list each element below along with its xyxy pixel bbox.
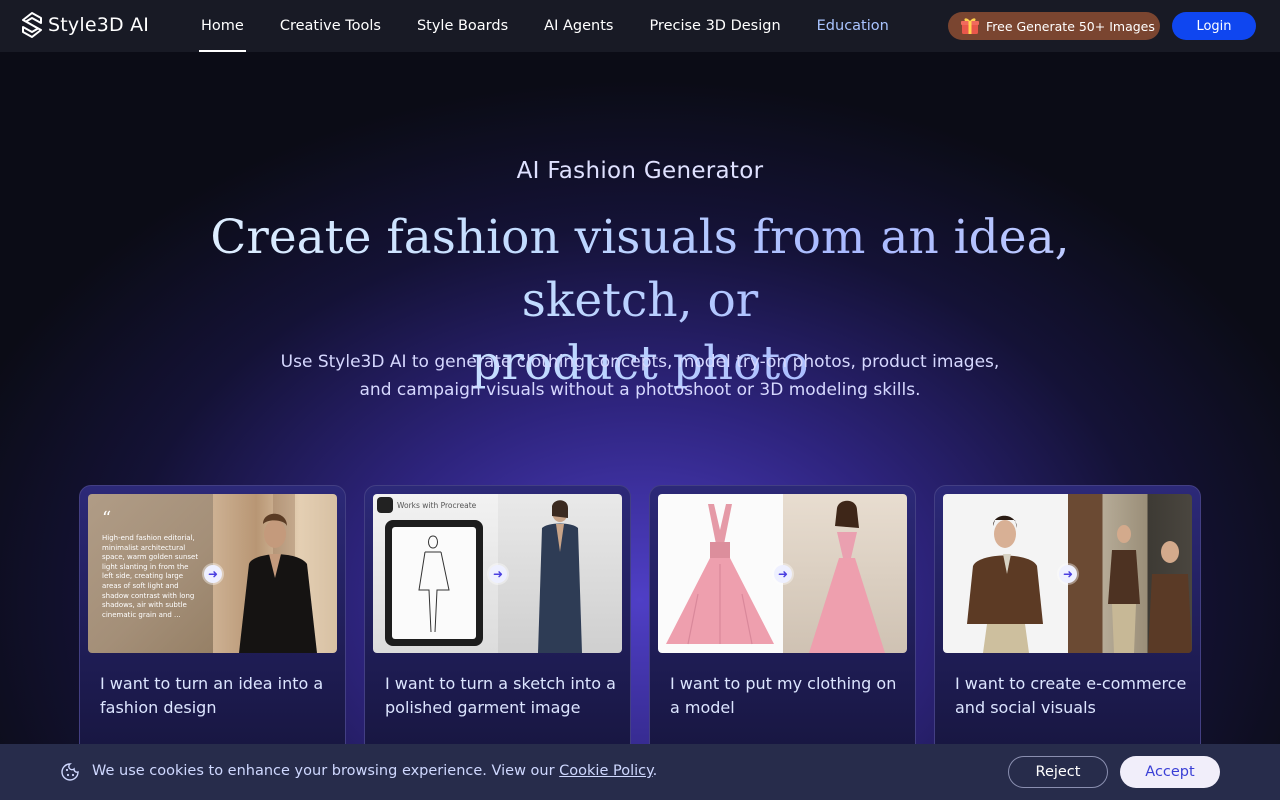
card-title: I want to create e-commerce and social v… <box>955 674 1187 717</box>
social-collage-photo <box>1067 494 1192 653</box>
cookie-message: We use cookies to enhance your browsing … <box>92 763 657 779</box>
procreate-icon <box>377 497 393 513</box>
hero-eyebrow: AI Fashion Generator <box>516 158 764 184</box>
jacket-model <box>967 515 1043 653</box>
prompt-panel: “ High-end fashion editorial, minimalist… <box>88 494 213 653</box>
card-image-model: ➜ <box>658 494 907 653</box>
cookie-message-text: We use cookies to enhance your browsing … <box>92 763 560 779</box>
model-dress-photo <box>782 494 907 653</box>
card-image-sketch: Works with Procreate ➜ <box>373 494 622 653</box>
denim-model <box>537 500 582 653</box>
quote-icon: “ <box>102 508 112 529</box>
arrow-right-icon: ➜ <box>489 565 507 583</box>
nav-home[interactable]: Home <box>183 0 262 52</box>
subtitle-line-2: and campaign visuals without a photoshoo… <box>359 380 921 400</box>
nav-precise-3d-design[interactable]: Precise 3D Design <box>631 0 798 52</box>
sketch-panel: Works with Procreate <box>373 494 498 653</box>
procreate-badge: Works with Procreate <box>377 497 476 513</box>
card-image-idea: “ High-end fashion editorial, minimalist… <box>88 494 337 653</box>
editorial-photo <box>212 494 337 653</box>
model-figure <box>238 494 317 653</box>
garment-photo <box>497 494 622 653</box>
procreate-label: Works with Procreate <box>397 500 477 510</box>
nav-creative-tools[interactable]: Creative Tools <box>262 0 399 52</box>
card-title: I want to put my clothing on a model <box>670 674 897 717</box>
subtitle-line-1: Use Style3D AI to generate clothing conc… <box>280 352 1000 372</box>
reject-cookies-button[interactable]: Reject <box>1008 756 1108 788</box>
product-dress-photo <box>658 494 783 653</box>
nav-education[interactable]: Education <box>799 0 907 52</box>
promo-label: Free Generate 50+ Images <box>986 18 1155 34</box>
accept-cookies-button[interactable]: Accept <box>1120 756 1220 788</box>
collage-figures <box>1107 525 1192 653</box>
free-generate-promo-button[interactable]: Free Generate 50+ Images <box>948 12 1160 40</box>
card-title: I want to turn a sketch into a polished … <box>385 674 616 717</box>
main-nav: Home Creative Tools Style Boards AI Agen… <box>183 0 907 52</box>
card-title: I want to turn an idea into a fashion de… <box>100 674 324 717</box>
cookie-icon <box>61 763 79 781</box>
jacket-model-photo <box>943 494 1068 653</box>
style3d-logo-icon <box>22 12 42 38</box>
pink-dress <box>666 504 774 645</box>
arrow-right-icon: ➜ <box>774 565 792 583</box>
headline-line-1: Create fashion visuals from an idea, ske… <box>210 210 1070 328</box>
arrow-right-icon: ➜ <box>1059 565 1077 583</box>
brand-logo[interactable]: Style3D AI <box>22 12 149 38</box>
cookie-banner: We use cookies to enhance your browsing … <box>0 744 1280 800</box>
brand-name: Style3D AI <box>48 14 150 36</box>
cookie-policy-link[interactable]: Cookie Policy <box>559 763 652 779</box>
nav-style-boards[interactable]: Style Boards <box>399 0 526 52</box>
top-navbar: Style3D AI Home Creative Tools Style Boa… <box>0 0 1280 52</box>
prompt-text: High-end fashion editorial, minimalist a… <box>102 534 199 619</box>
nav-ai-agents[interactable]: AI Agents <box>526 0 631 52</box>
hero-subtitle: Use Style3D AI to generate clothing conc… <box>240 348 1040 404</box>
model-in-dress <box>808 500 885 653</box>
gift-icon <box>961 18 979 34</box>
login-button[interactable]: Login <box>1172 12 1256 40</box>
card-image-ecommerce: ➜ <box>943 494 1192 653</box>
tablet-sketch <box>385 520 483 646</box>
arrow-right-icon: ➜ <box>204 565 222 583</box>
cookie-period: . <box>652 763 658 779</box>
